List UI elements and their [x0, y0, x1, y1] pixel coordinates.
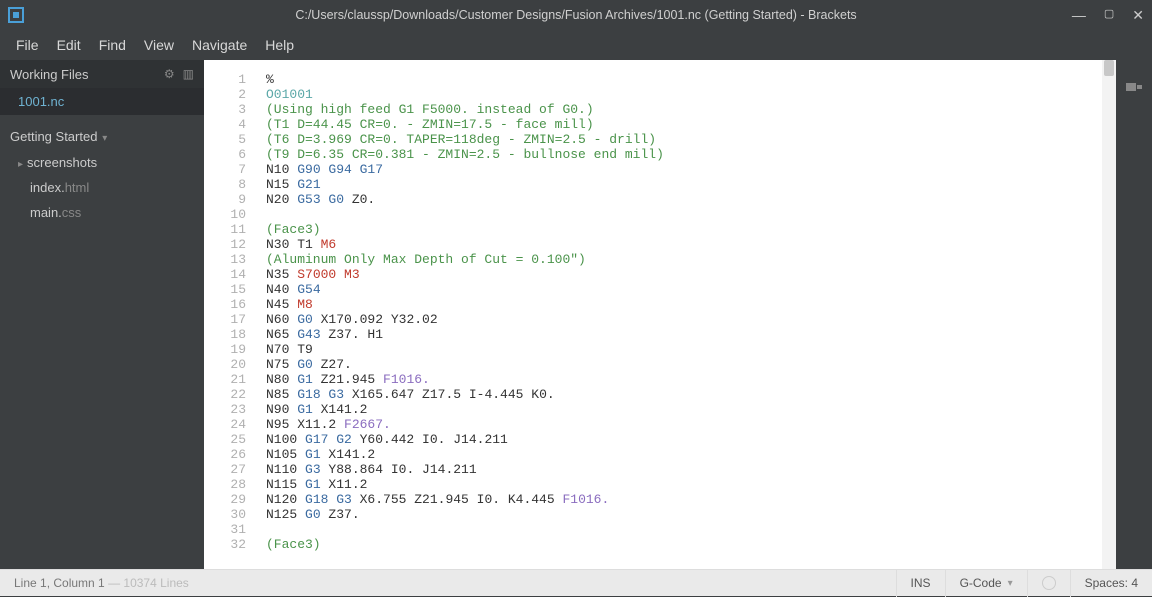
- menu-find[interactable]: Find: [99, 37, 126, 53]
- statusbar: Line 1, Column 1 — 10374 Lines INS G-Cod…: [0, 569, 1152, 596]
- menubar: File Edit Find View Navigate Help: [0, 30, 1152, 60]
- menu-file[interactable]: File: [16, 37, 39, 53]
- vertical-scrollbar[interactable]: [1102, 60, 1116, 569]
- code-area[interactable]: %O01001(Using high feed G1 F5000. instea…: [256, 60, 1116, 569]
- chevron-right-icon: ▸: [18, 159, 23, 170]
- folder-screenshots[interactable]: ▸screenshots: [0, 150, 204, 175]
- sidebar: Working Files ⚙ ▥ 1001.nc Getting Starte…: [0, 60, 204, 569]
- file-index-html[interactable]: index.html: [0, 175, 204, 200]
- language-mode[interactable]: G-Code▾: [945, 570, 1027, 597]
- project-header[interactable]: Getting Started ▾: [0, 115, 204, 150]
- split-icon[interactable]: ▥: [183, 67, 194, 81]
- menu-view[interactable]: View: [144, 37, 174, 53]
- menu-edit[interactable]: Edit: [57, 37, 81, 53]
- window-title: C:/Users/claussp/Downloads/Customer Desi…: [295, 8, 856, 22]
- right-toolbar: [1116, 60, 1152, 569]
- indent-mode[interactable]: Spaces: 4: [1070, 570, 1152, 597]
- cursor-position[interactable]: Line 1, Column 1: [14, 576, 105, 590]
- gear-icon[interactable]: ⚙: [164, 67, 175, 81]
- line-gutter: 1234567891011121314151617181920212223242…: [204, 60, 256, 569]
- extension-icon[interactable]: [1125, 80, 1143, 94]
- chevron-down-icon: ▾: [1008, 578, 1013, 589]
- working-files-header[interactable]: Working Files ⚙ ▥: [0, 60, 204, 88]
- menu-navigate[interactable]: Navigate: [192, 37, 247, 53]
- titlebar: C:/Users/claussp/Downloads/Customer Desi…: [0, 0, 1152, 30]
- working-files-label: Working Files: [10, 67, 164, 82]
- file-main-css[interactable]: main.css: [0, 200, 204, 225]
- project-label: Getting Started: [10, 129, 97, 144]
- menu-help[interactable]: Help: [265, 37, 294, 53]
- lint-status[interactable]: [1027, 570, 1070, 597]
- line-count: — 10374 Lines: [105, 576, 189, 590]
- window-controls: — ▢ ✕: [1072, 7, 1144, 24]
- maximize-button[interactable]: ▢: [1104, 7, 1114, 24]
- insert-mode[interactable]: INS: [896, 570, 945, 597]
- chevron-down-icon: ▾: [99, 133, 107, 144]
- editor[interactable]: 1234567891011121314151617181920212223242…: [204, 60, 1116, 569]
- working-file-active[interactable]: 1001.nc: [0, 88, 204, 115]
- minimize-button[interactable]: —: [1072, 7, 1086, 24]
- circle-icon: [1042, 576, 1056, 590]
- close-button[interactable]: ✕: [1132, 7, 1144, 24]
- app-icon: [8, 7, 24, 23]
